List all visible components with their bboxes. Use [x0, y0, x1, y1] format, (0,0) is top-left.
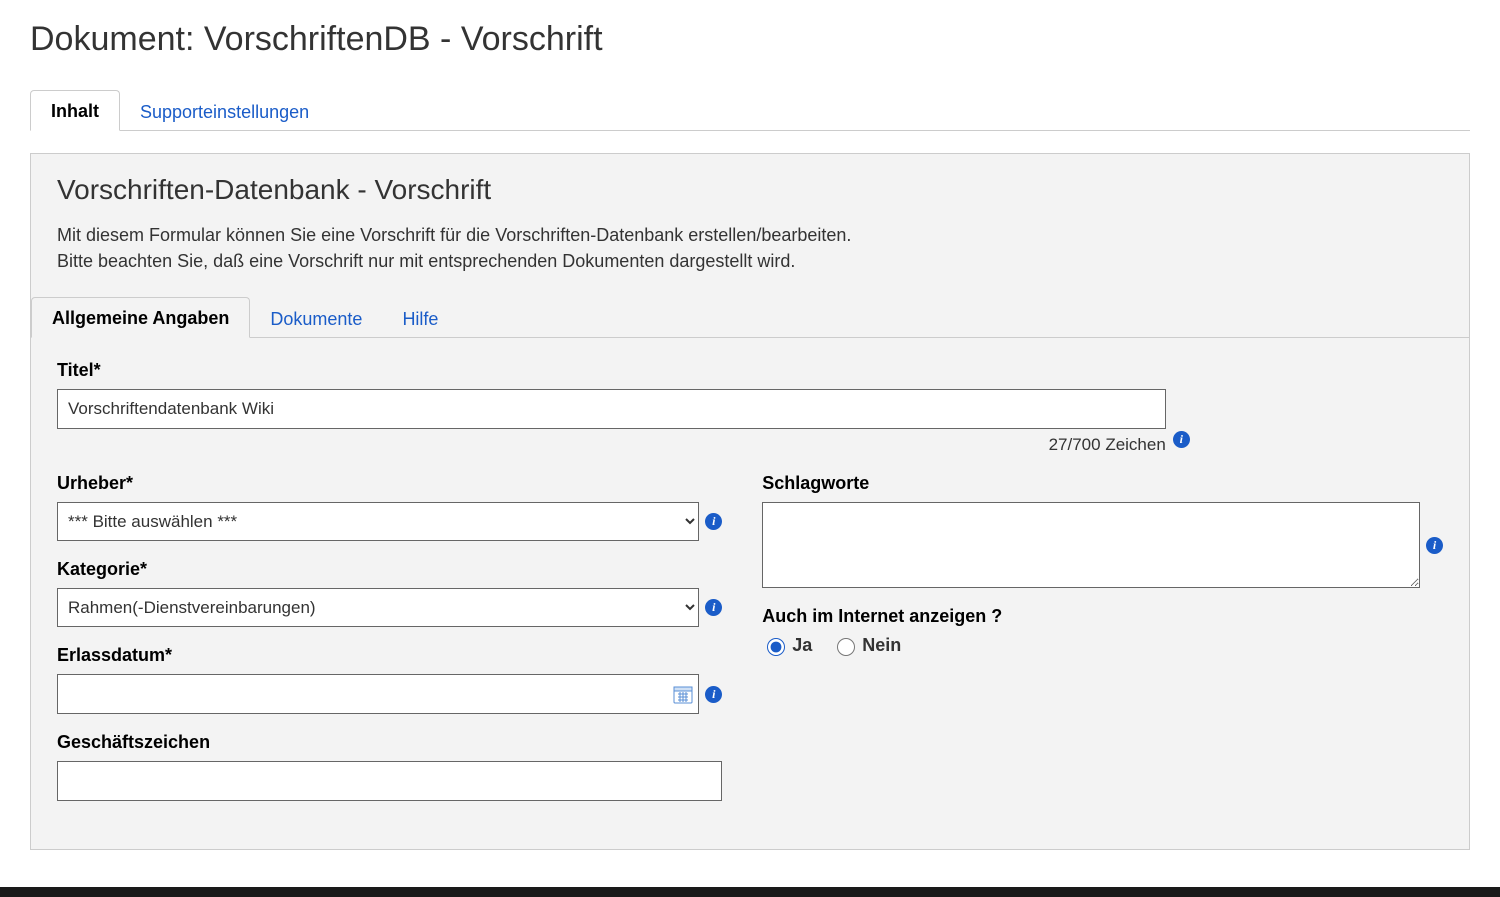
- main-tabs: Inhalt Supporteinstellungen: [30, 89, 1470, 131]
- urheber-label: Urheber*: [57, 473, 722, 494]
- radio-ja-wrap[interactable]: Ja: [762, 635, 812, 656]
- kategorie-select[interactable]: Rahmen(-Dienstvereinbarungen): [57, 588, 699, 627]
- tab-hilfe[interactable]: Hilfe: [382, 299, 458, 338]
- info-icon[interactable]: i: [705, 513, 722, 530]
- tab-dokumente[interactable]: Dokumente: [250, 299, 382, 338]
- content-panel: Vorschriften-Datenbank - Vorschrift Mit …: [30, 153, 1470, 850]
- calendar-icon[interactable]: [673, 684, 693, 704]
- panel-title: Vorschriften-Datenbank - Vorschrift: [57, 174, 1443, 206]
- field-schlagworte: Schlagworte i: [762, 473, 1443, 588]
- tab-allgemeine-angaben[interactable]: Allgemeine Angaben: [31, 297, 250, 338]
- tab-supporteinstellungen[interactable]: Supporteinstellungen: [120, 92, 329, 131]
- geschaeftszeichen-input[interactable]: [57, 761, 722, 801]
- field-titel: Titel* 27/700 Zeichen i: [57, 360, 1443, 455]
- info-icon[interactable]: i: [1173, 431, 1190, 448]
- titel-label: Titel*: [57, 360, 1443, 381]
- erlassdatum-label: Erlassdatum*: [57, 645, 722, 666]
- panel-desc-line2: Bitte beachten Sie, daß eine Vorschrift …: [57, 251, 795, 271]
- radio-nein-label: Nein: [862, 635, 901, 656]
- radio-ja-label: Ja: [792, 635, 812, 656]
- inner-tabs: Allgemeine Angaben Dokumente Hilfe: [31, 296, 1469, 338]
- schlagworte-label: Schlagworte: [762, 473, 1443, 494]
- internet-label: Auch im Internet anzeigen ?: [762, 606, 1443, 627]
- radio-ja[interactable]: [767, 638, 785, 656]
- field-internet-anzeigen: Auch im Internet anzeigen ? Ja Nein: [762, 606, 1443, 656]
- geschaeftszeichen-label: Geschäftszeichen: [57, 732, 722, 753]
- panel-description: Mit diesem Formular können Sie eine Vors…: [57, 222, 1443, 274]
- erlassdatum-input[interactable]: [57, 674, 699, 714]
- titel-input[interactable]: [57, 389, 1166, 429]
- info-icon[interactable]: i: [705, 599, 722, 616]
- field-urheber: Urheber* *** Bitte auswählen *** i: [57, 473, 722, 541]
- panel-desc-line1: Mit diesem Formular können Sie eine Vors…: [57, 225, 851, 245]
- info-icon[interactable]: i: [1426, 537, 1443, 554]
- field-kategorie: Kategorie* Rahmen(-Dienstvereinbarungen)…: [57, 559, 722, 627]
- page-title: Dokument: VorschriftenDB - Vorschrift: [30, 20, 1470, 59]
- schlagworte-textarea[interactable]: [762, 502, 1420, 588]
- radio-nein-wrap[interactable]: Nein: [832, 635, 901, 656]
- taskbar: [0, 887, 1500, 897]
- radio-nein[interactable]: [837, 638, 855, 656]
- field-erlassdatum: Erlassdatum*: [57, 645, 722, 714]
- titel-char-counter: 27/700 Zeichen: [1049, 435, 1166, 455]
- kategorie-label: Kategorie*: [57, 559, 722, 580]
- field-geschaeftszeichen: Geschäftszeichen: [57, 732, 722, 801]
- tab-inhalt[interactable]: Inhalt: [30, 90, 120, 131]
- info-icon[interactable]: i: [705, 686, 722, 703]
- urheber-select[interactable]: *** Bitte auswählen ***: [57, 502, 699, 541]
